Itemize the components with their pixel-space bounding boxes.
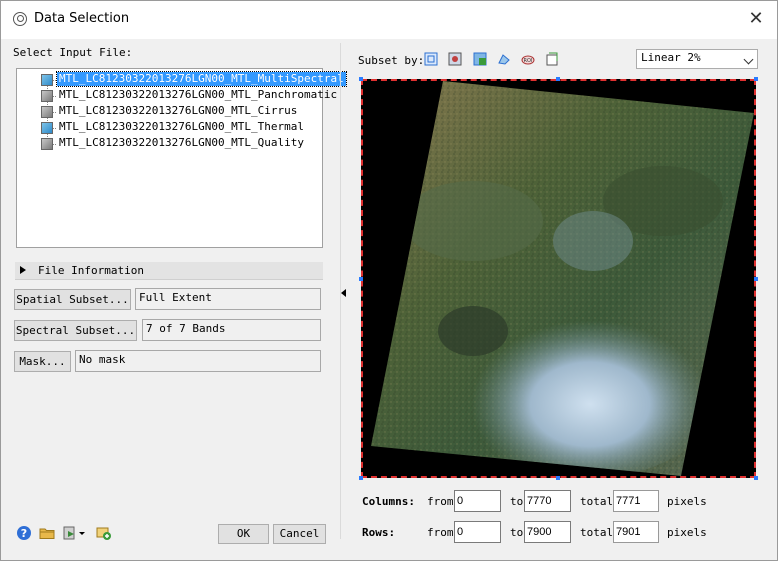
svg-text:ROI: ROI	[524, 58, 533, 64]
gray-raster-icon	[41, 106, 53, 118]
rows-to-label: to	[510, 526, 524, 539]
resize-handle[interactable]	[754, 277, 758, 281]
rows-to-input[interactable]	[524, 521, 571, 543]
file-name: MTL_LC81230322013276LGN00_MTL_Panchromat…	[59, 88, 338, 101]
resize-handle[interactable]	[754, 77, 758, 81]
color-raster-icon	[41, 122, 53, 134]
open-folder-icon[interactable]	[39, 525, 55, 541]
rows-total-field	[613, 521, 659, 543]
columns-pixels-label: pixels	[667, 495, 707, 508]
resize-handle[interactable]	[359, 77, 363, 81]
spectral-subset-value: 7 of 7 Bands	[142, 319, 321, 341]
export-icon[interactable]	[96, 525, 112, 541]
collapse-arrow-icon[interactable]	[341, 289, 346, 297]
subset-by-image-icon[interactable]	[424, 52, 438, 66]
svg-text:?: ?	[21, 527, 27, 540]
data-selection-dialog: Data Selection ✕ Select Input File: MTL_…	[0, 0, 778, 561]
select-input-file-label: Select Input File:	[13, 46, 133, 59]
resize-handle[interactable]	[556, 77, 560, 81]
rows-label: Rows:	[362, 526, 396, 539]
close-button[interactable]: ✕	[746, 9, 766, 29]
subset-by-roi-icon[interactable]: ROI	[521, 52, 535, 66]
gray-raster-icon	[41, 138, 53, 150]
expand-arrow-icon	[20, 266, 26, 274]
columns-label: Columns:	[362, 495, 415, 508]
file-information-toggle[interactable]: File Information	[15, 262, 323, 280]
satellite-scene-image	[363, 81, 754, 476]
columns-total-label: total	[580, 495, 614, 508]
resize-handle[interactable]	[359, 277, 363, 281]
spectral-subset-button[interactable]: Spectral Subset...	[14, 320, 137, 341]
file-name: MTL_LC81230322013276LGN00_MTL_Quality	[59, 136, 305, 149]
stretch-dropdown[interactable]: Linear 2%	[636, 49, 758, 69]
file-name: MTL_LC81230322013276LGN00_MTL_Thermal	[59, 120, 305, 133]
gray-raster-icon	[41, 90, 53, 102]
resize-handle[interactable]	[359, 476, 363, 480]
subset-by-extent-icon[interactable]	[545, 52, 559, 66]
file-information-label: File Information	[38, 264, 144, 277]
rows-total-label: total	[580, 526, 614, 539]
window-title: Data Selection	[34, 11, 130, 26]
resize-handle[interactable]	[556, 476, 560, 480]
columns-to-input[interactable]	[524, 490, 571, 512]
columns-from-label: from	[427, 495, 454, 508]
subset-by-map-icon[interactable]	[448, 52, 462, 66]
title-bar[interactable]: Data Selection ✕	[1, 1, 777, 39]
help-icon[interactable]: ?	[16, 525, 32, 541]
cancel-button[interactable]: Cancel	[273, 524, 326, 544]
spatial-subset-value: Full Extent	[135, 288, 321, 310]
ok-button[interactable]: OK	[218, 524, 269, 544]
app-icon	[13, 12, 27, 26]
rows-pixels-label: pixels	[667, 526, 707, 539]
input-file-list[interactable]: MTL_LC81230322013276LGN00_MTL_MultiSpect…	[16, 68, 347, 248]
chevron-down-icon	[743, 54, 754, 65]
rows-from-label: from	[427, 526, 454, 539]
open-options-dropdown-icon[interactable]	[63, 525, 87, 541]
color-raster-icon	[41, 74, 53, 86]
mask-button[interactable]: Mask...	[14, 351, 71, 372]
subset-by-label: Subset by:	[358, 54, 425, 67]
mask-value: No mask	[75, 350, 321, 372]
columns-to-label: to	[510, 495, 524, 508]
columns-total-field	[613, 490, 659, 512]
spatial-subset-button[interactable]: Spatial Subset...	[14, 289, 131, 310]
rows-from-input[interactable]	[454, 521, 501, 543]
file-name: MTL_LC81230322013276LGN00_MTL_Cirrus	[59, 104, 298, 117]
resize-handle[interactable]	[754, 476, 758, 480]
file-name: MTL_LC81230322013276LGN00_MTL_MultiSpect…	[56, 71, 347, 87]
stretch-value: Linear 2%	[641, 51, 701, 64]
subset-by-vector-icon[interactable]	[497, 52, 511, 66]
subset-by-file-icon[interactable]	[473, 52, 487, 66]
columns-from-input[interactable]	[454, 490, 501, 512]
